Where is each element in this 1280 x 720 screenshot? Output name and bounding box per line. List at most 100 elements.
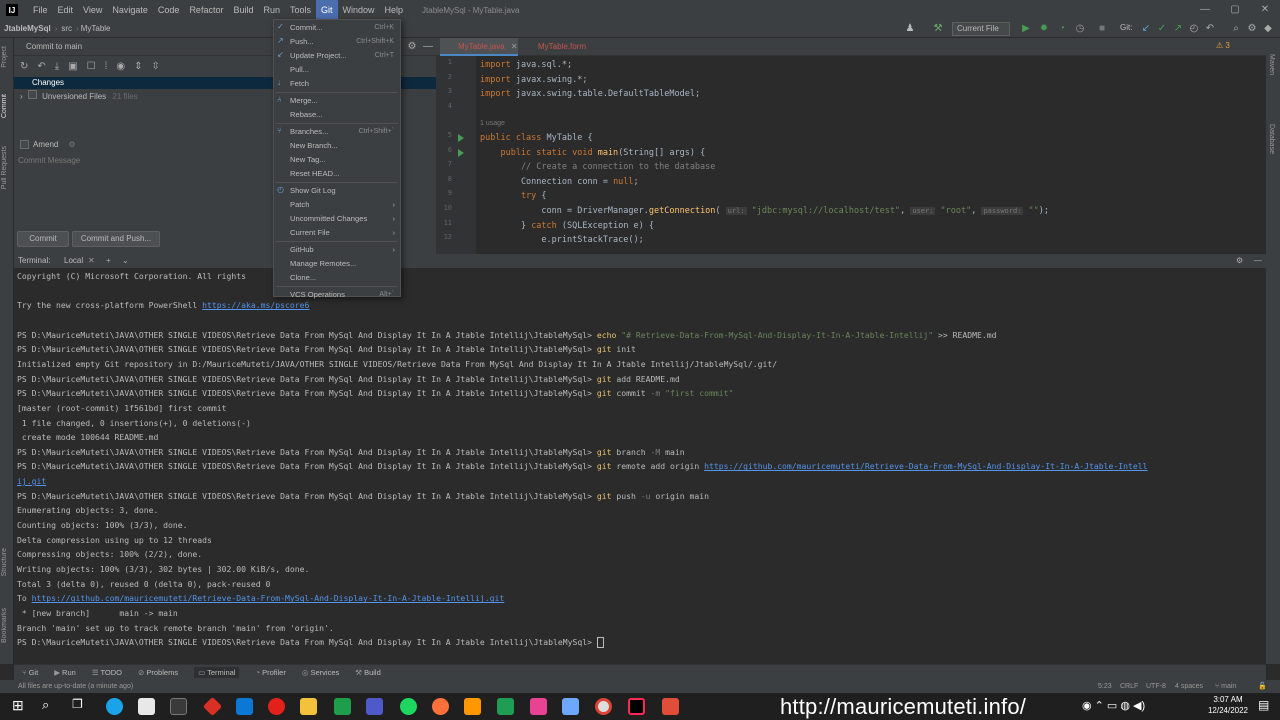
terminal-session-tab[interactable]: Local	[64, 254, 83, 268]
terminal-link[interactable]: https://github.com/mauricemuteti/Retriev…	[32, 593, 505, 603]
minimize-icon[interactable]: —	[1190, 0, 1220, 20]
tool-tab-profiler[interactable]: ◔ Profiler	[255, 668, 285, 677]
git-push-icon[interactable]: ↗	[1172, 23, 1184, 35]
tool-tab-build[interactable]: ⚒ Build	[355, 668, 381, 677]
download-icon[interactable]: ⤓	[55, 61, 59, 72]
git-menu-show-git-log[interactable]: ◴ Show Git Log	[274, 184, 400, 197]
shelve-icon[interactable]: ☐	[87, 61, 96, 72]
settings-icon[interactable]: ⚙	[406, 41, 418, 53]
git-menu-patch[interactable]: Patch ›	[274, 198, 400, 211]
tool-tab-problems[interactable]: ⊘ Problems	[138, 668, 178, 677]
git-menu-fetch[interactable]: ↓ Fetch	[274, 77, 400, 90]
git-menu-manage-remotes[interactable]: Manage Remotes...	[274, 257, 400, 270]
stripe-tab-bookmarks[interactable]: Bookmarks	[1, 608, 8, 643]
stripe-tab-maven[interactable]: Maven	[1268, 54, 1275, 75]
intellij-taskbar-icon[interactable]	[628, 698, 645, 715]
menu-view[interactable]: View	[78, 0, 107, 20]
lock-icon[interactable]: 🔓	[1258, 680, 1267, 693]
commit-button[interactable]: Commit	[17, 231, 69, 247]
menu-file[interactable]: File	[28, 0, 53, 20]
git-rollback-icon[interactable]: ↶	[1204, 23, 1216, 35]
task-view-icon[interactable]: ❐	[72, 697, 83, 711]
menu-tools[interactable]: Tools	[285, 0, 316, 20]
search-icon[interactable]: ⌕	[42, 697, 49, 713]
run-gutter-icon[interactable]	[458, 134, 464, 142]
indent-setting[interactable]: 4 spaces	[1175, 680, 1203, 693]
git-menu-push[interactable]: ↗ Push... Ctrl+Shift+K	[274, 35, 400, 48]
refresh-icon[interactable]: ↻	[20, 61, 28, 72]
stop-icon[interactable]: ■	[1096, 23, 1108, 35]
git-menu-clone[interactable]: Clone...	[274, 271, 400, 284]
app-red-icon[interactable]	[202, 696, 223, 717]
user-icon[interactable]: ♟	[904, 23, 916, 35]
stripe-tab-commit[interactable]: Commit	[1, 94, 8, 118]
git-history-icon[interactable]: ◴	[1188, 23, 1200, 35]
add-tab-icon[interactable]: +	[106, 254, 111, 268]
app-pink-icon[interactable]	[530, 698, 547, 715]
tool-tab-terminal[interactable]: ▭ Terminal	[194, 667, 240, 678]
git-menu-github[interactable]: GitHub ›	[274, 243, 400, 256]
coverage-icon[interactable]: ◔	[1056, 23, 1068, 35]
tool-tab-git[interactable]: ⑂ Git	[22, 668, 38, 677]
breadcrumb-project[interactable]: JtableMySql	[0, 24, 55, 33]
run-configuration-select[interactable]: Current File	[952, 22, 1010, 36]
stripe-tab-structure[interactable]: Structure	[1, 548, 8, 576]
tool-tab-services[interactable]: ◎ Services	[302, 668, 339, 677]
chevron-down-icon[interactable]: ⌄	[122, 254, 129, 268]
settings-icon[interactable]: ⚙	[1246, 23, 1258, 35]
git-menu-reset-head[interactable]: Reset HEAD...	[274, 167, 400, 180]
warning-icon[interactable]: ⚠ 3	[1216, 41, 1230, 50]
stripe-tab-project[interactable]: Project	[1, 46, 8, 68]
terminal-link[interactable]: https://aka.ms/pscore6	[202, 300, 309, 310]
close-tab-icon[interactable]: ✕	[511, 42, 518, 51]
breadcrumb-file[interactable]: MyTable	[79, 24, 115, 33]
close-icon[interactable]: ✕	[1250, 0, 1280, 20]
opera-icon[interactable]	[268, 698, 285, 715]
view-options-icon[interactable]: ◉	[116, 61, 125, 72]
debug-icon[interactable]: ✹	[1038, 23, 1050, 35]
amend-checkbox[interactable]	[20, 140, 29, 149]
menu-code[interactable]: Code	[153, 0, 185, 20]
terminal-output[interactable]: Copyright (C) Microsoft Corporation. All…	[14, 268, 1266, 664]
menu-git[interactable]: Git	[316, 0, 338, 20]
git-menu-pull[interactable]: Pull...	[274, 63, 400, 76]
app-green-icon[interactable]	[334, 698, 351, 715]
excel-icon[interactable]	[497, 698, 514, 715]
run-gutter-icon[interactable]	[458, 148, 464, 157]
unversioned-files-node[interactable]: › Unversioned Files 21 files	[14, 90, 138, 102]
menu-edit[interactable]: Edit	[53, 0, 79, 20]
status-message[interactable]: All files are up-to-date (a minute ago)	[18, 680, 133, 693]
hide-icon[interactable]: —	[1254, 254, 1262, 268]
clock-date[interactable]: 12/24/2022	[1203, 706, 1253, 715]
expand-all-icon[interactable]: ⇕	[134, 61, 142, 72]
terminal-app-icon[interactable]	[170, 698, 187, 715]
chrome-icon[interactable]	[595, 698, 612, 715]
maximize-icon[interactable]: ▢	[1220, 0, 1250, 20]
diff-icon[interactable]: ▣	[68, 61, 77, 72]
run-icon[interactable]: ▶	[1020, 23, 1032, 35]
git-branch-widget[interactable]: ⑂ main	[1215, 680, 1236, 693]
app-box-icon[interactable]	[562, 698, 579, 715]
close-tab-icon[interactable]: ✕	[88, 254, 95, 268]
git-menu-new-tag[interactable]: New Tag...	[274, 153, 400, 166]
git-menu-merge[interactable]: ⑃ Merge...	[274, 94, 400, 107]
mail-icon[interactable]	[236, 698, 253, 715]
tool-tab-run[interactable]: ▶ Run	[54, 668, 76, 677]
git-menu-new-branch[interactable]: New Branch...	[274, 139, 400, 152]
terminal-link[interactable]: ij.git	[17, 476, 46, 486]
notifications-icon[interactable]: ▤	[1258, 698, 1269, 712]
windows-start-icon[interactable]: ⊞	[12, 697, 24, 714]
commit-and-push-button[interactable]: Commit and Push...	[72, 231, 160, 247]
system-tray-icons[interactable]: ◉ ⌃ ▭ ◍ ◀)	[1082, 699, 1145, 712]
menu-run[interactable]: Run	[258, 0, 285, 20]
rollback-icon[interactable]: ↶	[37, 61, 45, 72]
tab-mytable-form[interactable]: MyTable.form	[520, 38, 600, 56]
profile-icon[interactable]: ◷	[1074, 23, 1086, 35]
tab-mytable-java[interactable]: MyTable.java ✕	[440, 38, 518, 56]
git-menu-commit[interactable]: ✓ Commit... Ctrl+K	[274, 21, 400, 34]
caret-position[interactable]: 5:23	[1098, 680, 1112, 693]
usage-hint[interactable]: 1 usage	[480, 120, 505, 127]
app-orange-icon[interactable]	[662, 698, 679, 715]
terminal-link[interactable]: https://github.com/mauricemuteti/Retriev…	[704, 461, 1147, 471]
menu-refactor[interactable]: Refactor	[184, 0, 228, 20]
